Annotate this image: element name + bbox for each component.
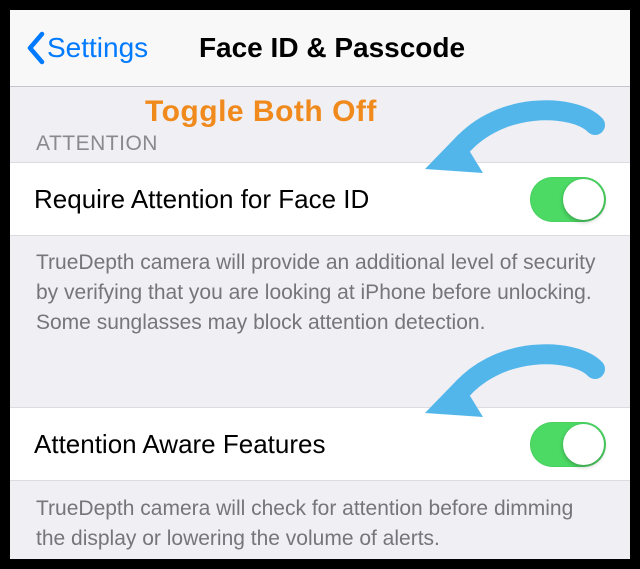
chevron-left-icon [26, 31, 47, 65]
row-label: Attention Aware Features [34, 429, 325, 460]
row-footer-attention-aware: TrueDepth camera will check for attentio… [36, 494, 604, 554]
settings-screen: Settings Face ID & Passcode Toggle Both … [10, 10, 630, 559]
annotation-arrow-icon [405, 343, 605, 443]
row-label: Require Attention for Face ID [34, 184, 369, 215]
annotation-text: Toggle Both Off [145, 95, 377, 129]
section-header-attention: ATTENTION [36, 132, 158, 156]
annotation-arrow-icon [405, 99, 605, 199]
back-button[interactable]: Settings [26, 10, 148, 86]
row-footer-require-attention: TrueDepth camera will provide an additio… [36, 248, 604, 338]
navigation-bar: Settings Face ID & Passcode [10, 10, 630, 87]
back-label: Settings [47, 32, 148, 64]
